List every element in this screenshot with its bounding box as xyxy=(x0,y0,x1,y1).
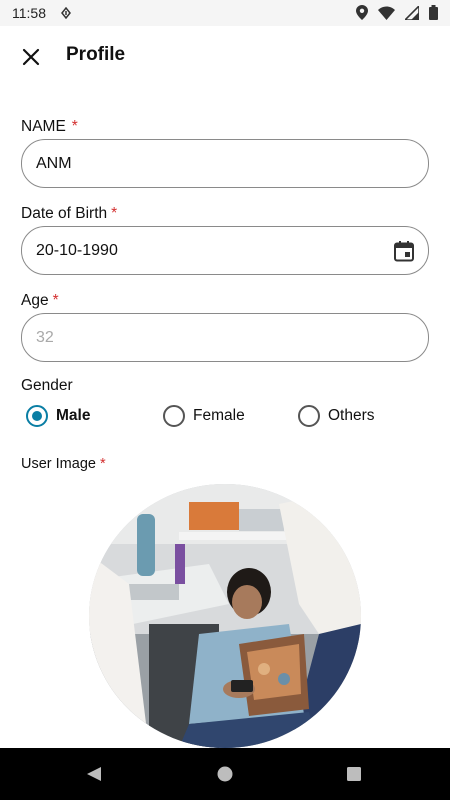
required-mark: * xyxy=(99,456,106,472)
dob-input[interactable] xyxy=(36,241,414,260)
user-image-label: User Image * xyxy=(21,456,106,472)
battery-icon xyxy=(429,5,438,20)
dob-field[interactable] xyxy=(21,226,429,275)
dob-label: Date of Birth * xyxy=(21,205,118,222)
name-input[interactable] xyxy=(36,154,414,173)
name-label: NAME * xyxy=(21,118,78,135)
required-mark: * xyxy=(71,118,78,135)
user-image[interactable] xyxy=(89,484,361,748)
page-title: Profile xyxy=(66,44,126,65)
radio-unselected-icon[interactable] xyxy=(163,405,185,427)
app-bar: Profile xyxy=(0,26,450,88)
home-icon[interactable] xyxy=(217,766,233,782)
age-input[interactable] xyxy=(36,328,414,347)
user-photo-illustration xyxy=(89,484,361,748)
gender-radio-group: Male Female Others xyxy=(26,405,426,433)
nfc-icon xyxy=(61,7,71,19)
close-button[interactable] xyxy=(16,42,46,72)
radio-selected-icon[interactable] xyxy=(26,405,48,427)
required-mark: * xyxy=(52,292,59,309)
age-field[interactable] xyxy=(21,313,429,362)
signal-icon xyxy=(405,5,419,20)
recents-icon[interactable] xyxy=(346,766,362,782)
required-mark: * xyxy=(111,205,118,222)
status-time: 11:58 xyxy=(12,5,46,21)
gender-option-label: Male xyxy=(56,407,91,424)
close-icon xyxy=(22,48,40,66)
gender-label: Gender xyxy=(21,377,73,394)
gender-radio-male[interactable]: Male xyxy=(26,405,90,427)
radio-unselected-icon[interactable] xyxy=(298,405,320,427)
name-field[interactable] xyxy=(21,139,429,188)
wifi-icon xyxy=(378,5,395,20)
calendar-icon[interactable] xyxy=(393,240,415,262)
system-nav-bar xyxy=(0,748,450,800)
age-label: Age * xyxy=(21,292,59,309)
gender-radio-others[interactable]: Others xyxy=(298,405,375,427)
gender-radio-female[interactable]: Female xyxy=(163,405,245,427)
status-bar: 11:58 xyxy=(0,0,450,26)
back-icon[interactable] xyxy=(86,766,102,782)
location-icon xyxy=(356,5,368,20)
gender-option-label: Others xyxy=(328,407,375,424)
gender-option-label: Female xyxy=(193,407,245,424)
